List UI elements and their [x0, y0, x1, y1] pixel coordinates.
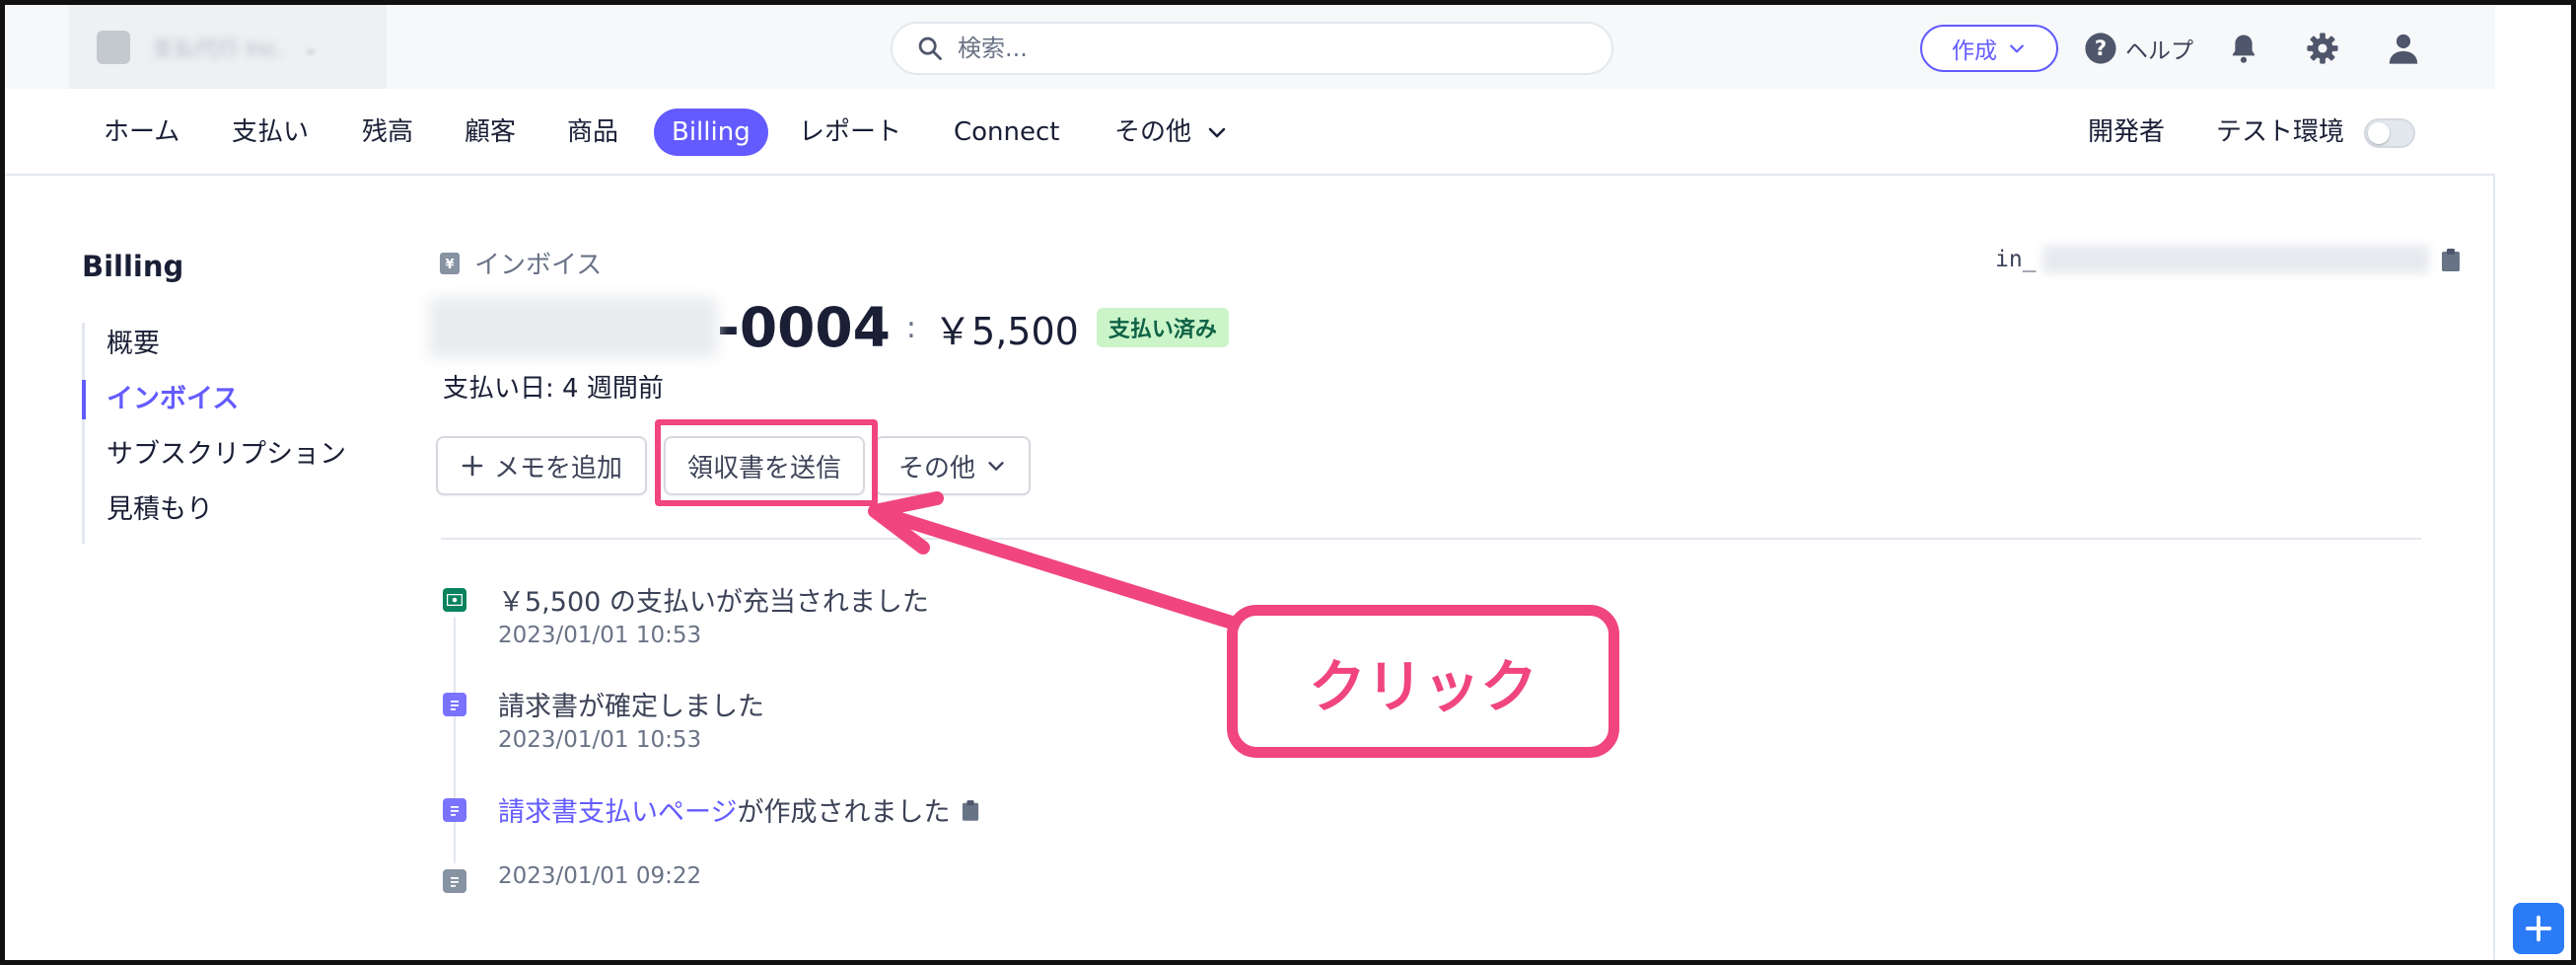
floating-add-button[interactable] [2513, 903, 2564, 954]
sidebar-title: Billing [82, 250, 184, 283]
toggle-knob [2368, 122, 2390, 144]
document-icon [443, 798, 466, 822]
nav-payments[interactable]: 支払い [232, 109, 309, 156]
document-icon [443, 869, 466, 893]
test-mode-label: テスト環境 [2216, 117, 2345, 147]
timeline-event-time: 2023/01/01 10:53 [498, 727, 702, 753]
invoice-number: -0004 [717, 296, 891, 359]
nav-more-label: その他 [1114, 117, 1192, 147]
invoice-id-prefix: in_ [1995, 247, 2037, 272]
user-icon [2389, 34, 2418, 64]
invoice-payment-page-link[interactable]: 請求書支払いページ [498, 790, 737, 829]
nav-products[interactable]: 商品 [567, 109, 618, 156]
account-logo [97, 30, 130, 64]
more-actions-button[interactable]: その他 [875, 436, 1031, 495]
top-bar: 支払代行 Inc. ⌄ 作成 ? ヘルプ [5, 5, 2495, 89]
gear-icon [2307, 33, 2338, 64]
sidebar-item-overview[interactable]: 概要 [85, 323, 378, 378]
notifications-button[interactable] [2224, 29, 2263, 68]
timeline-event-title: 請求書支払いページ が作成されました [498, 790, 979, 829]
breadcrumb[interactable]: ¥ インボイス [439, 245, 602, 281]
nav-customers[interactable]: 顧客 [465, 109, 516, 156]
help-label: ヘルプ [2125, 38, 2193, 64]
clipboard-icon[interactable] [962, 799, 979, 821]
invoice-number-redacted [429, 297, 717, 358]
plus-icon [2525, 915, 2552, 942]
more-actions-label: その他 [897, 453, 975, 483]
help-icon: ? [2085, 33, 2116, 64]
sidebar-item-quotes[interactable]: 見積もり [85, 488, 378, 544]
search-icon [918, 37, 942, 60]
search-bar[interactable] [891, 22, 1613, 75]
add-memo-label: メモを追加 [493, 453, 622, 483]
nav-billing[interactable]: Billing [654, 109, 768, 156]
invoice-id: in_ [1995, 246, 2461, 273]
nav-reports[interactable]: レポート [799, 109, 901, 156]
document-icon [443, 693, 466, 716]
nav-more[interactable]: その他 [1114, 109, 1229, 156]
bell-icon [2232, 35, 2255, 63]
sidebar-item-subscriptions[interactable]: サブスクリプション [85, 433, 378, 488]
chevron-down-icon [2010, 44, 2024, 53]
create-label: 作成 [1952, 38, 1997, 64]
main-nav: ホーム 支払い 残高 顧客 商品 Billing レポート Connect その… [5, 89, 2495, 176]
test-mode-toggle[interactable] [2364, 118, 2415, 148]
nav-balances[interactable]: 残高 [362, 109, 413, 156]
invoice-id-redacted [2041, 246, 2429, 273]
nav-home[interactable]: ホーム [104, 109, 179, 156]
invoice-amount: ￥5,500 [934, 309, 1079, 353]
breadcrumb-label: インボイス [474, 251, 603, 280]
timeline-event-title: ￥5,500 の支払いが充当されました [498, 587, 929, 618]
settings-button[interactable] [2303, 29, 2342, 68]
chevron-down-icon [1208, 127, 1226, 138]
sidebar-item-invoices[interactable]: インボイス [82, 378, 378, 433]
status-badge: 支払い済み [1096, 308, 1229, 347]
timeline-event-time: 2023/01/01 09:22 [498, 863, 702, 889]
nav-developers[interactable]: 開発者 [2088, 109, 2165, 156]
click-callout: クリック [1227, 605, 1619, 758]
clipboard-icon[interactable] [2441, 248, 2461, 271]
title-separator: : [905, 310, 917, 345]
payment-icon [443, 588, 466, 612]
invoice-icon: ¥ [440, 252, 460, 274]
profile-button[interactable] [2384, 29, 2423, 68]
help-button[interactable]: ? ヘルプ [2084, 29, 2193, 68]
section-divider [441, 538, 2421, 540]
highlight-box [655, 419, 878, 506]
svg-text:¥: ¥ [445, 258, 454, 272]
timeline-event-time: 2023/01/01 10:53 [498, 623, 702, 648]
dashboard-app: 支払代行 Inc. ⌄ 作成 ? ヘルプ [5, 5, 2564, 960]
nav-connect[interactable]: Connect [954, 109, 1060, 156]
create-button[interactable]: 作成 [1920, 25, 2058, 72]
chevron-down-icon: ⌄ [302, 35, 320, 59]
plus-icon [462, 455, 483, 477]
chevron-down-icon [988, 462, 1004, 471]
sidebar-list: 概要 インボイス サブスクリプション 見積もり [82, 323, 378, 544]
account-switcher[interactable]: 支払代行 Inc. ⌄ [69, 5, 387, 89]
timeline-line [454, 617, 456, 863]
add-memo-button[interactable]: メモを追加 [436, 436, 647, 495]
timeline-event-title: 請求書が確定しました [498, 692, 764, 722]
search-input[interactable] [958, 35, 1549, 62]
paid-date: 支払い日: 4 週間前 [443, 374, 664, 404]
invoice-title: -0004 : ￥5,500 支払い済み [429, 289, 1229, 366]
svg-text:?: ? [2095, 37, 2107, 61]
timeline-event-text: が作成されました [737, 797, 951, 828]
account-name: 支払代行 Inc. [152, 37, 285, 62]
